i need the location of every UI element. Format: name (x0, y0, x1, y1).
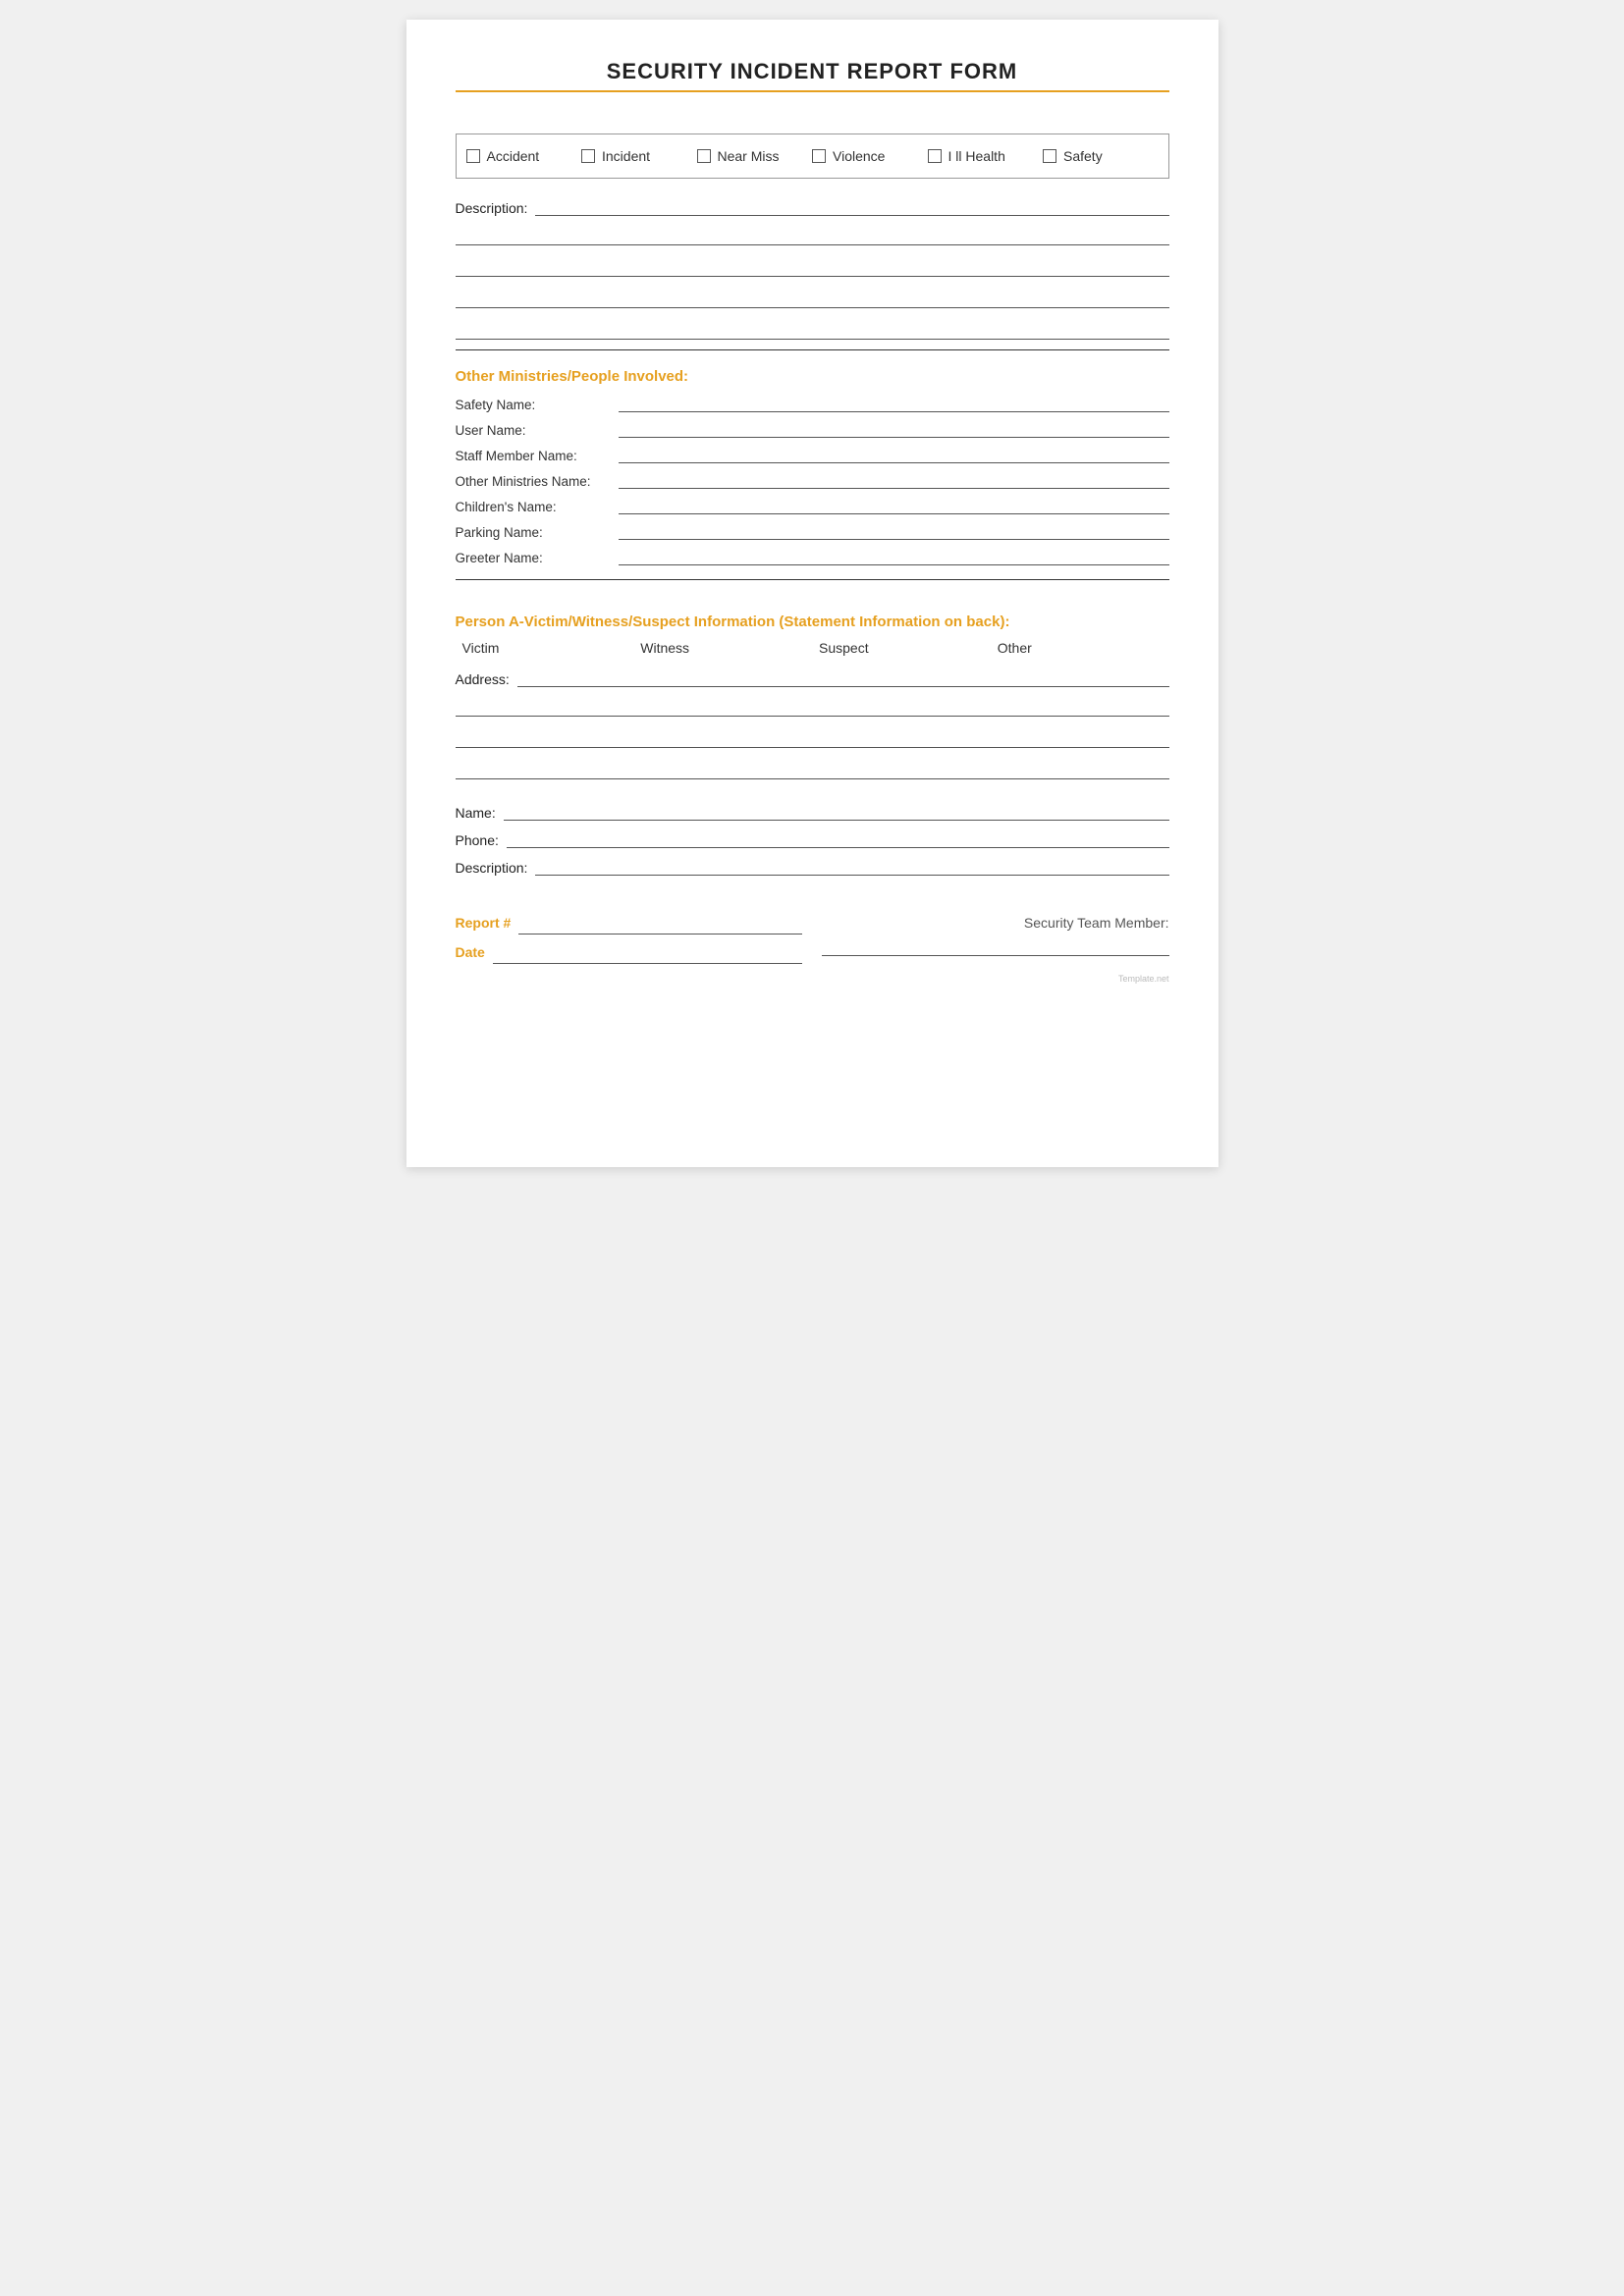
divider-2 (456, 579, 1169, 580)
parking-name-field[interactable] (619, 522, 1169, 540)
person-checkbox-suspect[interactable]: Suspect (812, 640, 991, 656)
security-member-field[interactable] (822, 936, 1169, 956)
address-field-row: Address: (456, 667, 1169, 687)
other-ministries-heading: Other Ministries/People Involved: (456, 368, 1169, 385)
description-section: Description: (456, 196, 1169, 340)
greeter-name-row: Greeter Name: (456, 548, 1169, 565)
person-checkbox-witness[interactable]: Witness (633, 640, 812, 656)
title-underline (456, 90, 1169, 92)
checkbox-near-miss[interactable]: Near Miss (697, 148, 813, 164)
other-min-name-field[interactable] (619, 471, 1169, 489)
page: SECURITY INCIDENT REPORT FORM Accident I… (406, 20, 1218, 1167)
person-checkbox-row: Victim Witness Suspect Other (456, 640, 1169, 656)
childrens-name-field[interactable] (619, 497, 1169, 514)
other-min-name-label: Other Ministries Name: (456, 474, 613, 489)
description-field-row: Description: (456, 196, 1169, 216)
checkbox-accident[interactable]: Accident (466, 148, 582, 164)
address-line-2[interactable] (456, 695, 1169, 717)
checkbox-incident[interactable]: Incident (581, 148, 697, 164)
page-title: SECURITY INCIDENT REPORT FORM (456, 59, 1169, 84)
ill-health-checkbox-box[interactable] (928, 149, 942, 163)
address-line-4[interactable] (456, 758, 1169, 779)
address-section: Address: (456, 667, 1169, 779)
accident-label: Accident (487, 148, 540, 164)
date-field[interactable] (493, 944, 802, 964)
description-line-5[interactable] (456, 318, 1169, 340)
name-field[interactable] (504, 801, 1169, 821)
staff-name-field[interactable] (619, 446, 1169, 463)
parking-name-row: Parking Name: (456, 522, 1169, 540)
checkbox-ill-health[interactable]: I ll Health (928, 148, 1044, 164)
description-line-2[interactable] (456, 224, 1169, 245)
incident-label: Incident (602, 148, 650, 164)
watermark: Template.net (456, 974, 1169, 984)
other-min-name-row: Other Ministries Name: (456, 471, 1169, 489)
description-line-3[interactable] (456, 255, 1169, 277)
checkbox-safety[interactable]: Safety (1043, 148, 1159, 164)
security-member-label: Security Team Member: (1024, 915, 1169, 931)
incident-type-row: Accident Incident Near Miss Violence I l… (456, 133, 1169, 179)
suspect-label: Suspect (819, 640, 869, 656)
user-name-row: User Name: (456, 420, 1169, 438)
report-number-field[interactable] (518, 915, 802, 934)
staff-name-label: Staff Member Name: (456, 449, 613, 463)
divider-1 (456, 349, 1169, 350)
name-field-row: Name: (456, 801, 1169, 821)
footer-row: Report # Date Security Team Member: (456, 915, 1169, 964)
address-label: Address: (456, 671, 510, 687)
user-name-field[interactable] (619, 420, 1169, 438)
ill-health-label: I ll Health (948, 148, 1005, 164)
phone-label: Phone: (456, 832, 499, 848)
safety-name-field[interactable] (619, 395, 1169, 412)
user-name-label: User Name: (456, 423, 613, 438)
childrens-name-row: Children's Name: (456, 497, 1169, 514)
description-label: Description: (456, 200, 528, 216)
name-label: Name: (456, 805, 496, 821)
report-label: Report # (456, 915, 512, 931)
person-section-heading: Person A-Victim/Witness/Suspect Informat… (456, 614, 1169, 630)
desc2-label: Description: (456, 860, 528, 876)
footer-right: Security Team Member: (822, 915, 1169, 956)
other-label: Other (998, 640, 1032, 656)
description-line-1[interactable] (535, 196, 1168, 216)
checkbox-violence[interactable]: Violence (812, 148, 928, 164)
incident-checkbox-box[interactable] (581, 149, 595, 163)
title-section: SECURITY INCIDENT REPORT FORM (456, 59, 1169, 92)
near-miss-label: Near Miss (718, 148, 780, 164)
victim-label: Victim (462, 640, 500, 656)
footer-left: Report # Date (456, 915, 803, 964)
phone-field[interactable] (507, 828, 1169, 848)
phone-field-row: Phone: (456, 828, 1169, 848)
greeter-name-field[interactable] (619, 548, 1169, 565)
desc2-field-row: Description: (456, 856, 1169, 876)
childrens-name-label: Children's Name: (456, 500, 613, 514)
address-line-3[interactable] (456, 726, 1169, 748)
safety-label: Safety (1063, 148, 1103, 164)
description-line-4[interactable] (456, 287, 1169, 308)
safety-name-row: Safety Name: (456, 395, 1169, 412)
near-miss-checkbox-box[interactable] (697, 149, 711, 163)
safety-name-label: Safety Name: (456, 398, 613, 412)
desc2-field[interactable] (535, 856, 1168, 876)
violence-checkbox-box[interactable] (812, 149, 826, 163)
staff-name-row: Staff Member Name: (456, 446, 1169, 463)
witness-label: Witness (640, 640, 689, 656)
date-label: Date (456, 944, 485, 960)
address-line-1[interactable] (517, 667, 1169, 687)
greeter-name-label: Greeter Name: (456, 551, 613, 565)
safety-checkbox-box[interactable] (1043, 149, 1056, 163)
person-checkbox-victim[interactable]: Victim (456, 640, 634, 656)
accident-checkbox-box[interactable] (466, 149, 480, 163)
violence-label: Violence (833, 148, 885, 164)
parking-name-label: Parking Name: (456, 525, 613, 540)
person-checkbox-other[interactable]: Other (991, 640, 1169, 656)
